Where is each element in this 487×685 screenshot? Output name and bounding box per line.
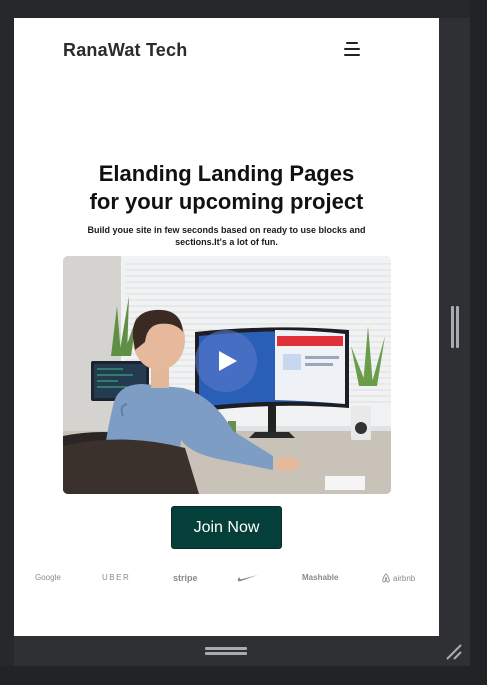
corner-resize-grip-icon[interactable]	[443, 641, 465, 663]
brand-logo-text[interactable]: RanaWat Tech	[63, 40, 187, 61]
subtext-line-1: Build youe site in few seconds based on …	[87, 225, 366, 235]
hamburger-menu-icon[interactable]	[344, 42, 362, 56]
logo-uber: UBER	[102, 573, 131, 582]
vertical-resize-handle[interactable]	[205, 645, 247, 657]
hero-subtext: Build youe site in few seconds based on …	[66, 224, 387, 248]
window-frame-bottom	[0, 666, 487, 685]
headline-line-2: for your upcoming project	[89, 189, 364, 214]
logo-google: Google	[35, 573, 61, 582]
hero-headline: Elanding Landing Pages for your upcoming…	[14, 160, 439, 216]
airbnb-icon	[382, 573, 390, 583]
horizontal-resize-handle[interactable]	[449, 306, 461, 348]
join-now-button[interactable]: Join Now	[171, 506, 282, 549]
video-play-button[interactable]	[195, 330, 257, 392]
airbnb-label: airbnb	[393, 573, 416, 583]
logo-mashable: Mashable	[302, 573, 339, 582]
window-frame-right	[470, 0, 487, 685]
logo-airbnb: airbnb	[381, 573, 415, 583]
play-icon	[219, 351, 237, 371]
window-frame-top	[0, 0, 487, 18]
headline-line-1: Elanding Landing Pages	[98, 161, 355, 186]
logo-stripe: stripe	[173, 573, 198, 583]
hero-video-thumbnail[interactable]	[63, 256, 391, 494]
landing-page-viewport: RanaWat Tech Elanding Landing Pages for …	[14, 18, 439, 636]
nike-swoosh-icon	[237, 575, 258, 582]
subtext-line-2: sections.It's a lot of fun.	[175, 237, 278, 247]
